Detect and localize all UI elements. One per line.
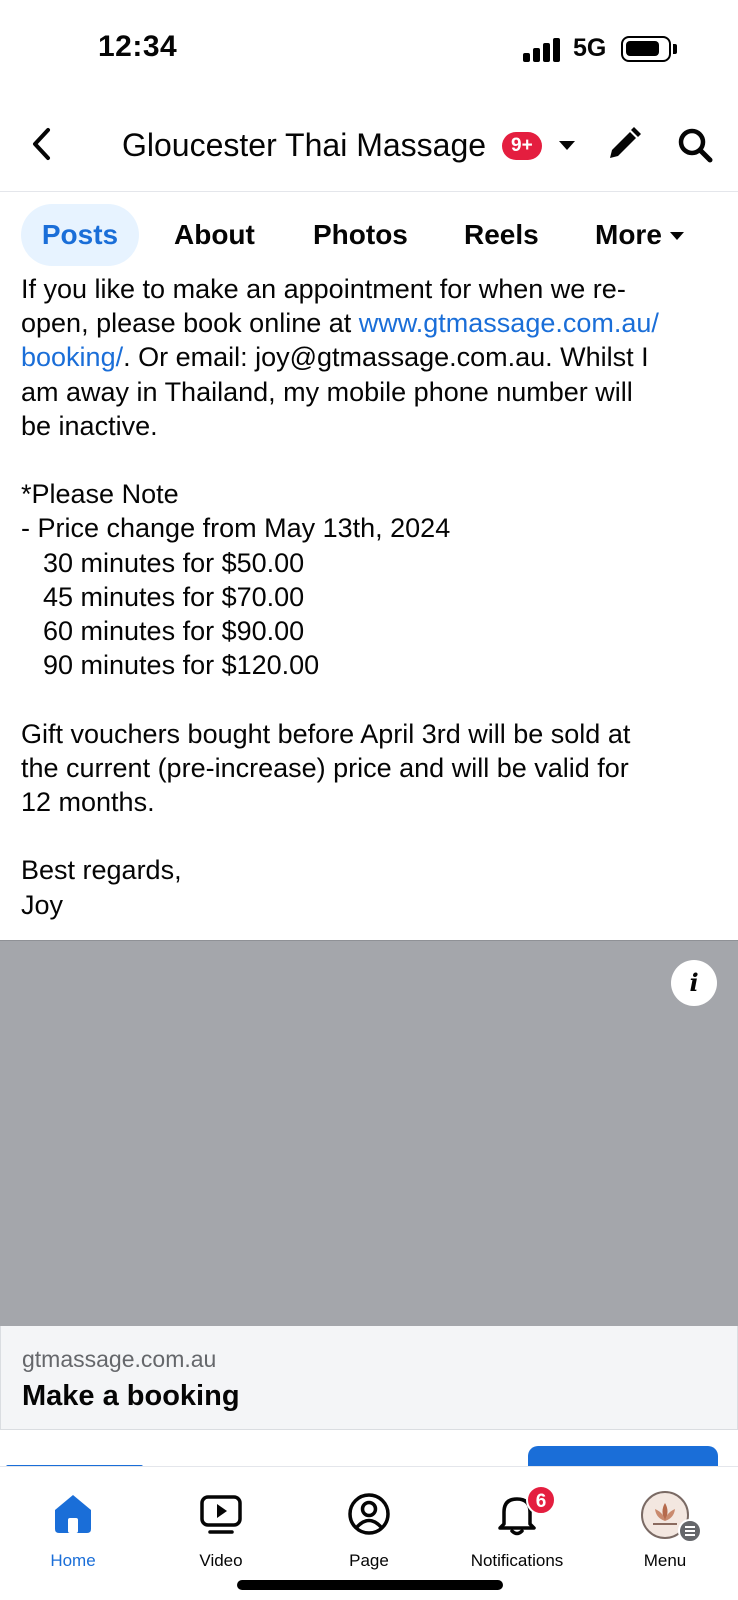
page-header: Gloucester Thai Massage 9+ xyxy=(0,110,738,192)
nav-video-label: Video xyxy=(199,1551,243,1570)
info-icon[interactable]: i xyxy=(671,960,717,1006)
page-tabs: Posts About Photos Reels More xyxy=(0,204,738,266)
tab-more[interactable]: More xyxy=(595,204,684,266)
page-profile-icon xyxy=(346,1491,392,1537)
vouchers-paragraph: Gift vouchers bought before April 3rd wi… xyxy=(21,718,631,818)
tab-reels[interactable]: Reels xyxy=(464,204,539,266)
price-item: 45 minutes for $70.00 xyxy=(43,581,305,612)
network-label: 5G xyxy=(573,34,607,62)
price-item: 60 minutes for $90.00 xyxy=(43,616,305,647)
chevron-down-icon[interactable] xyxy=(556,135,578,155)
nav-home[interactable]: Home xyxy=(0,1477,146,1587)
chevron-down-icon xyxy=(669,232,684,240)
battery-icon xyxy=(621,36,671,62)
notification-badge: 9+ xyxy=(502,132,542,160)
status-bar: 12:34 5G xyxy=(0,0,738,100)
price-change-line: - Price change from May 13th, 2024 xyxy=(21,513,451,544)
price-item: 30 minutes for $50.00 xyxy=(43,547,305,578)
nav-menu-label: Menu xyxy=(643,1551,687,1570)
note-heading: *Please Note xyxy=(21,479,179,510)
nav-page-label: Page xyxy=(349,1551,389,1570)
link-preview-card[interactable]: gtmassage.com.au Make a booking xyxy=(0,1326,738,1430)
tab-photos[interactable]: Photos xyxy=(313,204,408,266)
status-time: 12:34 xyxy=(98,30,178,63)
nav-notifications[interactable]: 6 Notifications xyxy=(444,1477,590,1587)
video-icon xyxy=(198,1491,244,1537)
nav-video[interactable]: Video xyxy=(148,1477,294,1587)
home-icon xyxy=(50,1491,96,1537)
nav-notifications-label: Notifications xyxy=(470,1551,564,1570)
tab-more-label: More xyxy=(595,219,662,250)
link-title: Make a booking xyxy=(22,1380,240,1412)
page-title[interactable]: Gloucester Thai Massage xyxy=(122,127,486,164)
pencil-icon[interactable] xyxy=(604,126,642,164)
link-domain: gtmassage.com.au xyxy=(22,1346,217,1372)
signature-line: Joy xyxy=(21,889,64,920)
nav-page[interactable]: Page xyxy=(296,1477,442,1587)
menu-lines-icon xyxy=(678,1519,702,1543)
notifications-badge: 6 xyxy=(526,1485,556,1515)
back-arrow-icon[interactable] xyxy=(24,124,64,164)
regards-line: Best regards, xyxy=(21,855,182,886)
tab-about[interactable]: About xyxy=(174,204,255,266)
home-indicator xyxy=(237,1580,503,1590)
post-body: If you like to make an appointment for w… xyxy=(21,272,721,922)
tab-posts[interactable]: Posts xyxy=(21,204,139,266)
signal-icon xyxy=(523,38,563,62)
price-item: 90 minutes for $120.00 xyxy=(43,650,320,681)
link-preview-image[interactable] xyxy=(0,940,738,1326)
post-paragraph-booking: If you like to make an appointment for w… xyxy=(21,272,721,443)
battery-tip xyxy=(673,44,677,54)
search-icon[interactable] xyxy=(676,126,714,164)
nav-home-label: Home xyxy=(50,1551,96,1570)
nav-menu[interactable]: Menu xyxy=(592,1477,738,1587)
